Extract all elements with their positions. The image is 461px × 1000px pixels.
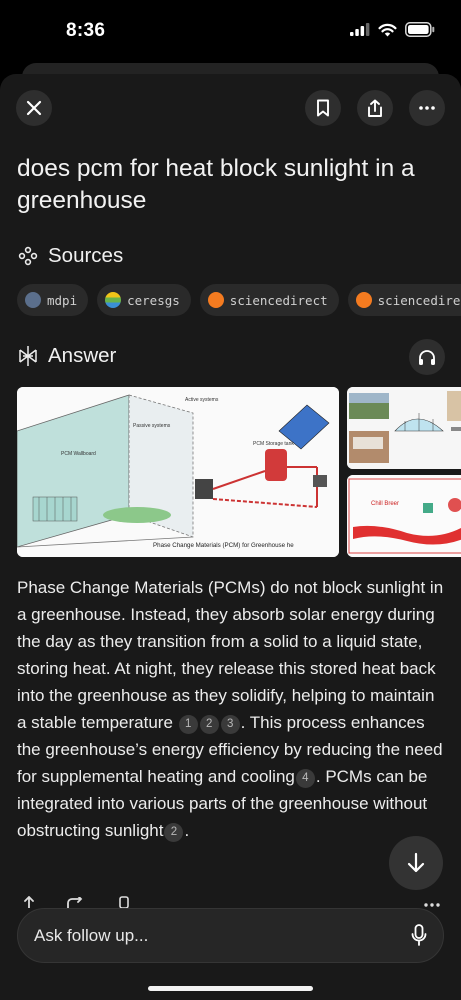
sources-label: Sources bbox=[48, 244, 124, 267]
signal-icon bbox=[350, 23, 370, 36]
source-chip-sciencedirect[interactable]: sciencedirect bbox=[199, 284, 339, 316]
answer-image-pcm-diagram[interactable]: PCM Wallboard Passive systems Active sys… bbox=[17, 387, 339, 557]
status-bar: 8:36 bbox=[0, 0, 461, 64]
sources-icon bbox=[18, 246, 38, 266]
battery-icon bbox=[405, 22, 435, 37]
sources-list: mdpi ceresgs sciencedirect sciencedirect bbox=[17, 284, 461, 316]
pcm-greenhouse-diagram: PCM Wallboard Passive systems Active sys… bbox=[17, 387, 339, 557]
source-name: mdpi bbox=[47, 292, 78, 308]
answer-text: Phase Change Materials (PCMs) do not blo… bbox=[17, 574, 445, 844]
source-name: sciencedirect bbox=[377, 292, 461, 308]
more-horizontal-icon bbox=[419, 106, 435, 110]
answer-header: Answer bbox=[18, 344, 116, 368]
answer-label: Answer bbox=[48, 344, 117, 367]
source-chip-sciencedirect[interactable]: sciencedirect bbox=[347, 284, 461, 316]
share-icon bbox=[368, 99, 382, 117]
answer-logo-icon bbox=[19, 346, 37, 366]
citation-badge[interactable]: 4 bbox=[295, 769, 315, 788]
system-diagram-caption: Chill Breer bbox=[371, 501, 399, 507]
ceresgs-favicon-icon bbox=[105, 292, 122, 308]
share-button[interactable] bbox=[357, 90, 393, 126]
follow-up-input[interactable]: Ask follow up... bbox=[17, 908, 444, 963]
rewrite-icon[interactable] bbox=[66, 897, 84, 908]
answer-actions-row bbox=[18, 894, 443, 908]
share-answer-icon[interactable] bbox=[22, 896, 36, 908]
thread-sheet: does pcm for heat block sunlight in a gr… bbox=[0, 74, 461, 1000]
bookmark-button[interactable] bbox=[305, 90, 341, 126]
citation-badge[interactable]: 2 bbox=[164, 823, 184, 842]
sciencedirect-favicon-icon bbox=[355, 292, 372, 308]
answer-text-segment: Phase Change Materials (PCMs) do not blo… bbox=[17, 578, 444, 732]
svg-text:Active systems: Active systems bbox=[185, 397, 219, 403]
follow-up-placeholder: Ask follow up... bbox=[34, 926, 149, 945]
system-diagram: Chill Breer bbox=[347, 475, 461, 557]
diagram-caption: Phase Change Materials (PCM) for Greenho… bbox=[153, 542, 294, 549]
source-name: sciencedirect bbox=[229, 292, 328, 308]
source-chip-ceresgs[interactable]: ceresgs bbox=[97, 284, 191, 316]
svg-text:Passive systems: Passive systems bbox=[133, 423, 171, 429]
answer-image-greenhouse-photos[interactable] bbox=[347, 387, 461, 469]
headphones-icon bbox=[419, 349, 435, 365]
wifi-icon bbox=[378, 23, 397, 36]
sources-header: Sources bbox=[18, 244, 123, 268]
close-icon bbox=[26, 100, 42, 116]
listen-button[interactable] bbox=[409, 339, 445, 375]
home-indicator bbox=[148, 986, 313, 991]
arrow-down-icon bbox=[407, 852, 425, 873]
query-title: does pcm for heat block sunlight in a gr… bbox=[17, 155, 415, 214]
svg-text:PCM Wallboard: PCM Wallboard bbox=[61, 451, 96, 457]
sciencedirect-favicon-icon bbox=[207, 292, 224, 308]
copy-icon[interactable] bbox=[116, 896, 130, 908]
citation-badge[interactable]: 1 bbox=[178, 715, 198, 734]
more-answer-options-icon[interactable] bbox=[424, 903, 440, 907]
greenhouse-photos-collage bbox=[347, 387, 461, 469]
citation-badge[interactable]: 3 bbox=[220, 715, 240, 734]
status-time: 8:36 bbox=[66, 20, 106, 41]
citation-badge[interactable]: 2 bbox=[199, 715, 219, 734]
scroll-to-bottom-button[interactable] bbox=[389, 836, 443, 890]
microphone-icon[interactable] bbox=[411, 924, 427, 947]
status-icons bbox=[350, 22, 435, 37]
answer-text-segment: . bbox=[184, 821, 190, 840]
svg-text:PCM Storage tank: PCM Storage tank bbox=[253, 441, 294, 447]
answer-image-system-diagram[interactable]: Chill Breer bbox=[347, 475, 461, 557]
bookmark-icon bbox=[317, 99, 329, 117]
more-options-button[interactable] bbox=[409, 90, 445, 126]
mdpi-favicon-icon bbox=[25, 292, 41, 308]
source-name: ceresgs bbox=[127, 292, 180, 308]
source-chip-mdpi[interactable]: mdpi bbox=[17, 284, 89, 316]
close-button[interactable] bbox=[16, 90, 52, 126]
